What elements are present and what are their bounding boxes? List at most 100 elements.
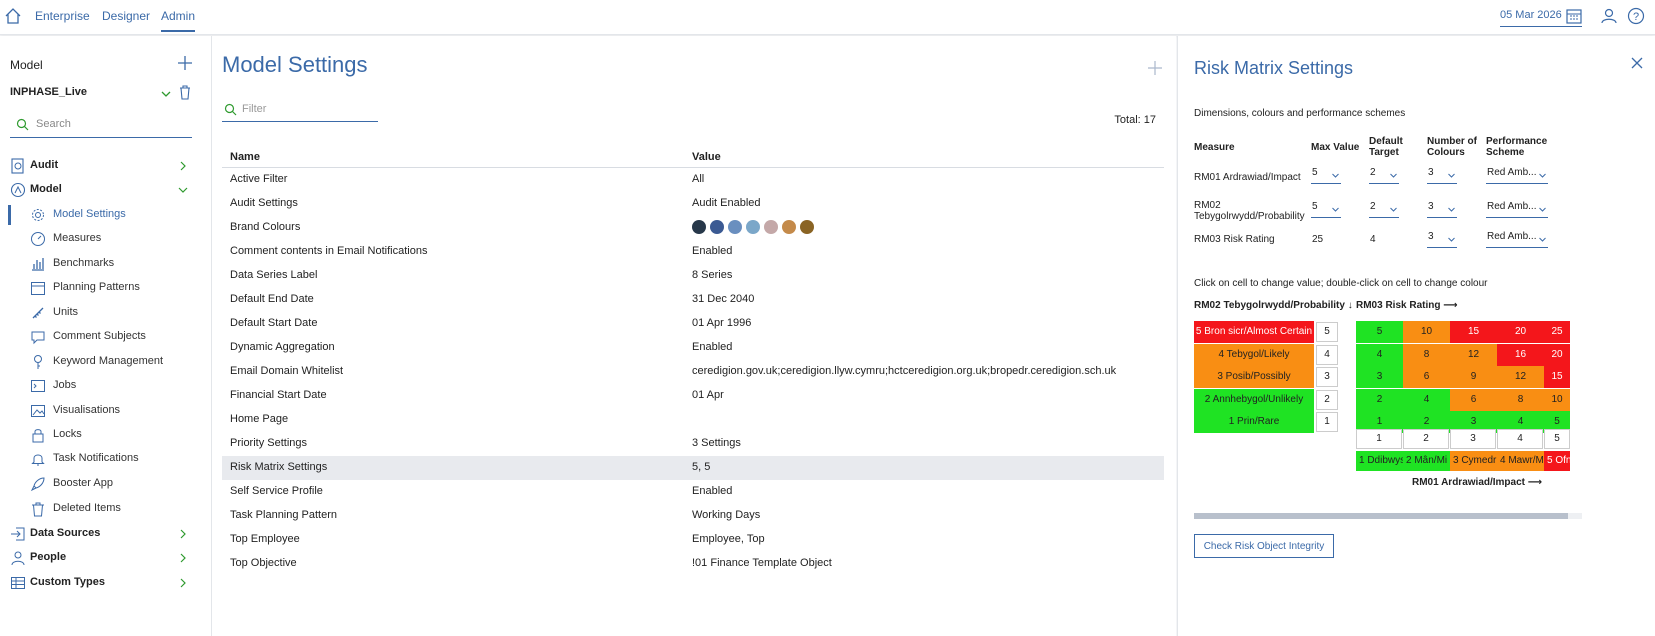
matrix-cell[interactable]: 6 [1450, 388, 1497, 411]
sidebar-item-audit[interactable]: Audit [0, 154, 212, 178]
matrix-cell[interactable]: 25 [1544, 321, 1570, 343]
sidebar-item-custom-types[interactable]: Custom Types [0, 571, 212, 595]
matrix-cell[interactable]: 15 [1450, 321, 1497, 343]
sidebar-item-people[interactable]: People [0, 546, 212, 570]
likelihood-value[interactable]: 2 [1316, 389, 1338, 410]
likelihood-value[interactable]: 3 [1316, 367, 1338, 387]
matrix-cell[interactable]: 3 [1356, 366, 1403, 388]
num-colours-dropdown[interactable]: 3 [1427, 228, 1457, 248]
nav-designer[interactable]: Designer [102, 9, 150, 23]
default-target-dropdown[interactable]: 2 [1369, 164, 1399, 184]
close-icon[interactable] [1630, 56, 1644, 70]
help-icon[interactable]: ? [1627, 7, 1645, 25]
calendar-icon[interactable] [1565, 7, 1583, 25]
impact-value[interactable]: 5 [1544, 429, 1570, 449]
likelihood-label[interactable]: 3 Posib/Possibly [1194, 366, 1314, 388]
impact-label[interactable]: 2 Mân/Mi [1403, 451, 1450, 471]
matrix-cell[interactable]: 20 [1544, 343, 1570, 366]
sidebar-item-visualisations[interactable]: Visualisations [0, 399, 212, 423]
impact-label[interactable]: 1 Ddibwys [1356, 451, 1403, 471]
performance-scheme-dropdown[interactable]: Red Amb... [1486, 164, 1548, 184]
scrollbar-thumb[interactable] [1194, 513, 1568, 519]
table-row[interactable]: Audit Settings Audit Enabled [222, 192, 1164, 216]
sidebar-item-locks[interactable]: Locks [0, 423, 212, 447]
likelihood-label[interactable]: 5 Bron sicr/Almost Certain [1194, 321, 1314, 343]
colour-swatch[interactable] [710, 220, 724, 234]
table-row[interactable]: Home Page [222, 408, 1164, 432]
matrix-cell[interactable]: 4 [1356, 343, 1403, 366]
colour-swatch[interactable] [728, 220, 742, 234]
max-value-dropdown[interactable]: 5 [1311, 198, 1341, 218]
table-row[interactable]: Active Filter All [222, 168, 1164, 192]
sidebar-item-comment-subjects[interactable]: Comment Subjects [0, 325, 212, 349]
impact-value[interactable]: 2 [1403, 429, 1449, 449]
impact-value[interactable]: 4 [1497, 429, 1543, 449]
table-row[interactable]: Financial Start Date 01 Apr [222, 384, 1164, 408]
matrix-cell[interactable]: 6 [1403, 366, 1450, 388]
column-header-name[interactable]: Name [230, 151, 260, 163]
table-row[interactable]: Default End Date 31 Dec 2040 [222, 288, 1164, 312]
performance-scheme-dropdown[interactable]: Red Amb... [1486, 228, 1548, 248]
table-row[interactable]: Data Series Label 8 Series [222, 264, 1164, 288]
add-model-plus-icon[interactable] [176, 54, 194, 72]
likelihood-value[interactable]: 4 [1316, 344, 1338, 365]
sidebar-item-model[interactable]: Model [0, 178, 212, 202]
chevron-down-icon[interactable] [160, 88, 172, 100]
matrix-cell[interactable]: 8 [1403, 343, 1450, 366]
max-value-dropdown[interactable]: 5 [1311, 164, 1341, 184]
sidebar-item-model-settings[interactable]: Model Settings [0, 203, 212, 227]
impact-value[interactable]: 1 [1356, 429, 1402, 449]
matrix-cell[interactable]: 10 [1403, 321, 1450, 343]
likelihood-value[interactable]: 1 [1316, 412, 1338, 432]
table-row[interactable]: Self Service Profile Enabled [222, 480, 1164, 504]
impact-value[interactable]: 3 [1450, 429, 1496, 449]
filter-input[interactable] [242, 99, 372, 119]
matrix-cell[interactable]: 5 [1356, 321, 1403, 343]
sidebar-item-booster-app[interactable]: Booster App [0, 472, 212, 496]
table-row[interactable]: Top Objective !01 Finance Template Object [222, 552, 1164, 576]
nav-enterprise[interactable]: Enterprise [35, 9, 90, 23]
table-row[interactable]: Task Planning Pattern Working Days [222, 504, 1164, 528]
impact-label[interactable]: 3 Cymedr [1450, 451, 1497, 471]
colour-swatch[interactable] [782, 220, 796, 234]
sidebar-item-measures[interactable]: Measures [0, 227, 212, 251]
user-icon[interactable] [1600, 7, 1618, 25]
impact-label[interactable]: 5 Ofna [1544, 451, 1570, 471]
sidebar-item-units[interactable]: Units [0, 301, 212, 325]
performance-scheme-dropdown[interactable]: Red Amb... [1486, 198, 1548, 218]
sidebar-item-deleted-items[interactable]: Deleted Items [0, 497, 212, 521]
table-row[interactable]: Dynamic Aggregation Enabled [222, 336, 1164, 360]
num-colours-dropdown[interactable]: 3 [1427, 164, 1457, 184]
table-row[interactable]: Default Start Date 01 Apr 1996 [222, 312, 1164, 336]
matrix-cell[interactable]: 12 [1450, 343, 1497, 366]
matrix-cell[interactable]: 10 [1544, 388, 1570, 411]
matrix-cell[interactable]: 9 [1450, 366, 1497, 388]
likelihood-value[interactable]: 5 [1316, 322, 1338, 342]
likelihood-label[interactable]: 2 Annhebygol/Unlikely [1194, 388, 1314, 411]
sidebar-item-keyword-management[interactable]: Keyword Management [0, 350, 212, 374]
table-row[interactable]: Top Employee Employee, Top [222, 528, 1164, 552]
colour-swatch[interactable] [800, 220, 814, 234]
matrix-cell[interactable]: 8 [1497, 388, 1544, 411]
impact-label[interactable]: 4 Mawr/M [1497, 451, 1544, 471]
matrix-cell[interactable]: 16 [1497, 343, 1544, 366]
colour-swatch[interactable] [746, 220, 760, 234]
trash-icon[interactable] [178, 84, 192, 100]
sidebar-item-task-notifications[interactable]: Task Notifications [0, 447, 212, 471]
matrix-cell[interactable]: 2 [1356, 388, 1403, 411]
check-risk-integrity-button[interactable]: Check Risk Object Integrity [1194, 534, 1334, 558]
add-setting-plus-icon[interactable] [1147, 60, 1163, 76]
colour-swatch[interactable] [764, 220, 778, 234]
table-row[interactable]: Email Domain Whitelist ceredigion.gov.uk;… [222, 360, 1164, 384]
table-row-selected[interactable]: Risk Matrix Settings 5, 5 [222, 456, 1164, 480]
table-row[interactable]: Priority Settings 3 Settings [222, 432, 1164, 456]
horizontal-scrollbar[interactable] [1194, 513, 1582, 519]
colour-swatch[interactable] [692, 220, 706, 234]
likelihood-label[interactable]: 1 Prin/Rare [1194, 411, 1314, 433]
table-row[interactable]: Comment contents in Email Notifications E… [222, 240, 1164, 264]
model-name[interactable]: INPHASE_Live [10, 86, 87, 98]
num-colours-dropdown[interactable]: 3 [1427, 198, 1457, 218]
sidebar-item-jobs[interactable]: Jobs [0, 374, 212, 398]
column-header-value[interactable]: Value [692, 151, 721, 163]
search-input[interactable] [36, 114, 186, 134]
